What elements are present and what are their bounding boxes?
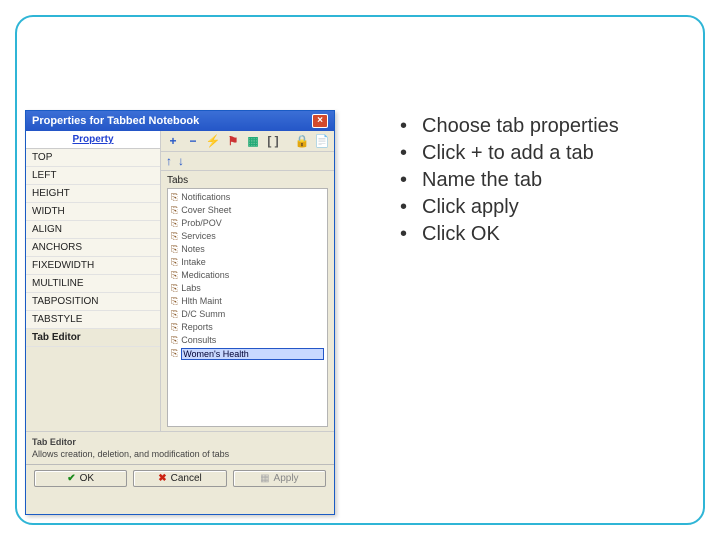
grid-icon[interactable]: ▦ — [246, 134, 260, 148]
move-up-icon[interactable]: ↑ — [166, 154, 172, 168]
page-icon: ⎘ — [171, 282, 178, 295]
property-row[interactable]: WIDTH — [26, 203, 160, 221]
page-icon: ⎘ — [171, 243, 178, 256]
apply-icon: ▦ — [260, 473, 269, 484]
page-icon: ⎘ — [171, 347, 178, 360]
window-title: Properties for Tabbed Notebook — [32, 115, 199, 127]
list-item: ⎘Prob/POV — [171, 217, 324, 230]
ok-button[interactable]: ✔ OK — [34, 470, 127, 487]
lightning-icon[interactable]: ⚡ — [206, 134, 220, 148]
list-item: ⎘Cover Sheet — [171, 204, 324, 217]
bracket-icon[interactable]: [ ] — [266, 134, 280, 148]
instruction-list: Choose tab properties Click + to add a t… — [360, 115, 619, 495]
footer-text: Allows creation, deletion, and modificat… — [32, 449, 229, 459]
flag-icon[interactable]: ⚑ — [226, 134, 240, 148]
property-column: Property TOP LEFT HEIGHT WIDTH ALIGN ANC… — [26, 131, 161, 431]
page-icon: ⎘ — [171, 334, 178, 347]
titlebar: Properties for Tabbed Notebook × — [26, 111, 334, 131]
tabs-listbox[interactable]: ⎘Notifications ⎘Cover Sheet ⎘Prob/POV ⎘S… — [167, 188, 328, 427]
list-item: ⎘Services — [171, 230, 324, 243]
page-icon: ⎘ — [171, 295, 178, 308]
page-icon: ⎘ — [171, 308, 178, 321]
page-icon: ⎘ — [171, 230, 178, 243]
remove-tab-icon[interactable]: − — [186, 134, 200, 148]
instruction-item: Click OK — [400, 223, 619, 246]
property-row[interactable]: HEIGHT — [26, 185, 160, 203]
list-item: ⎘Hlth Maint — [171, 295, 324, 308]
property-header[interactable]: Property — [26, 131, 160, 149]
list-item-editing: ⎘ — [171, 347, 324, 360]
lock-icon[interactable]: 🔒 — [295, 134, 309, 148]
list-item: ⎘Medications — [171, 269, 324, 282]
instruction-item: Choose tab properties — [400, 115, 619, 138]
list-item: ⎘Reports — [171, 321, 324, 334]
tab-editor-panel: + − ⚡ ⚑ ▦ [ ] 🔒 📄 ↑ ↓ Tabs ⎘ — [161, 131, 334, 431]
property-row[interactable]: TOP — [26, 149, 160, 167]
property-row[interactable]: TABPOSITION — [26, 293, 160, 311]
instruction-item: Click apply — [400, 196, 619, 219]
move-down-icon[interactable]: ↓ — [178, 154, 184, 168]
list-item: ⎘D/C Summ — [171, 308, 324, 321]
cancel-button[interactable]: ✖ Cancel — [133, 470, 226, 487]
property-row[interactable]: TABSTYLE — [26, 311, 160, 329]
properties-dialog: Properties for Tabbed Notebook × Propert… — [25, 110, 335, 515]
document-icon[interactable]: 📄 — [315, 134, 329, 148]
property-row[interactable]: LEFT — [26, 167, 160, 185]
footer-title: Tab Editor — [32, 437, 76, 447]
property-row[interactable]: FIXEDWIDTH — [26, 257, 160, 275]
page-icon: ⎘ — [171, 191, 178, 204]
list-item: ⎘Intake — [171, 256, 324, 269]
instruction-item: Name the tab — [400, 169, 619, 192]
tab-editor-toolbar: + − ⚡ ⚑ ▦ [ ] 🔒 📄 — [161, 131, 334, 152]
page-icon: ⎘ — [171, 321, 178, 334]
page-icon: ⎘ — [171, 256, 178, 269]
page-icon: ⎘ — [171, 269, 178, 282]
page-icon: ⎘ — [171, 217, 178, 230]
check-icon: ✔ — [67, 473, 75, 484]
tabs-label: Tabs — [167, 175, 328, 186]
close-icon[interactable]: × — [312, 114, 328, 128]
x-icon: ✖ — [158, 473, 166, 484]
instruction-item: Click + to add a tab — [400, 142, 619, 165]
list-item: ⎘Labs — [171, 282, 324, 295]
footer-description: Tab Editor Allows creation, deletion, an… — [26, 431, 334, 464]
add-tab-icon[interactable]: + — [166, 134, 180, 148]
tab-name-input[interactable] — [181, 348, 324, 360]
list-item: ⎘Consults — [171, 334, 324, 347]
list-item: ⎘Notifications — [171, 191, 324, 204]
apply-button[interactable]: ▦ Apply — [233, 470, 326, 487]
property-row[interactable]: MULTILINE — [26, 275, 160, 293]
property-row[interactable]: ANCHORS — [26, 239, 160, 257]
list-item: ⎘Notes — [171, 243, 324, 256]
property-row-tab-editor[interactable]: Tab Editor — [26, 329, 160, 347]
page-icon: ⎘ — [171, 204, 178, 217]
property-row[interactable]: ALIGN — [26, 221, 160, 239]
